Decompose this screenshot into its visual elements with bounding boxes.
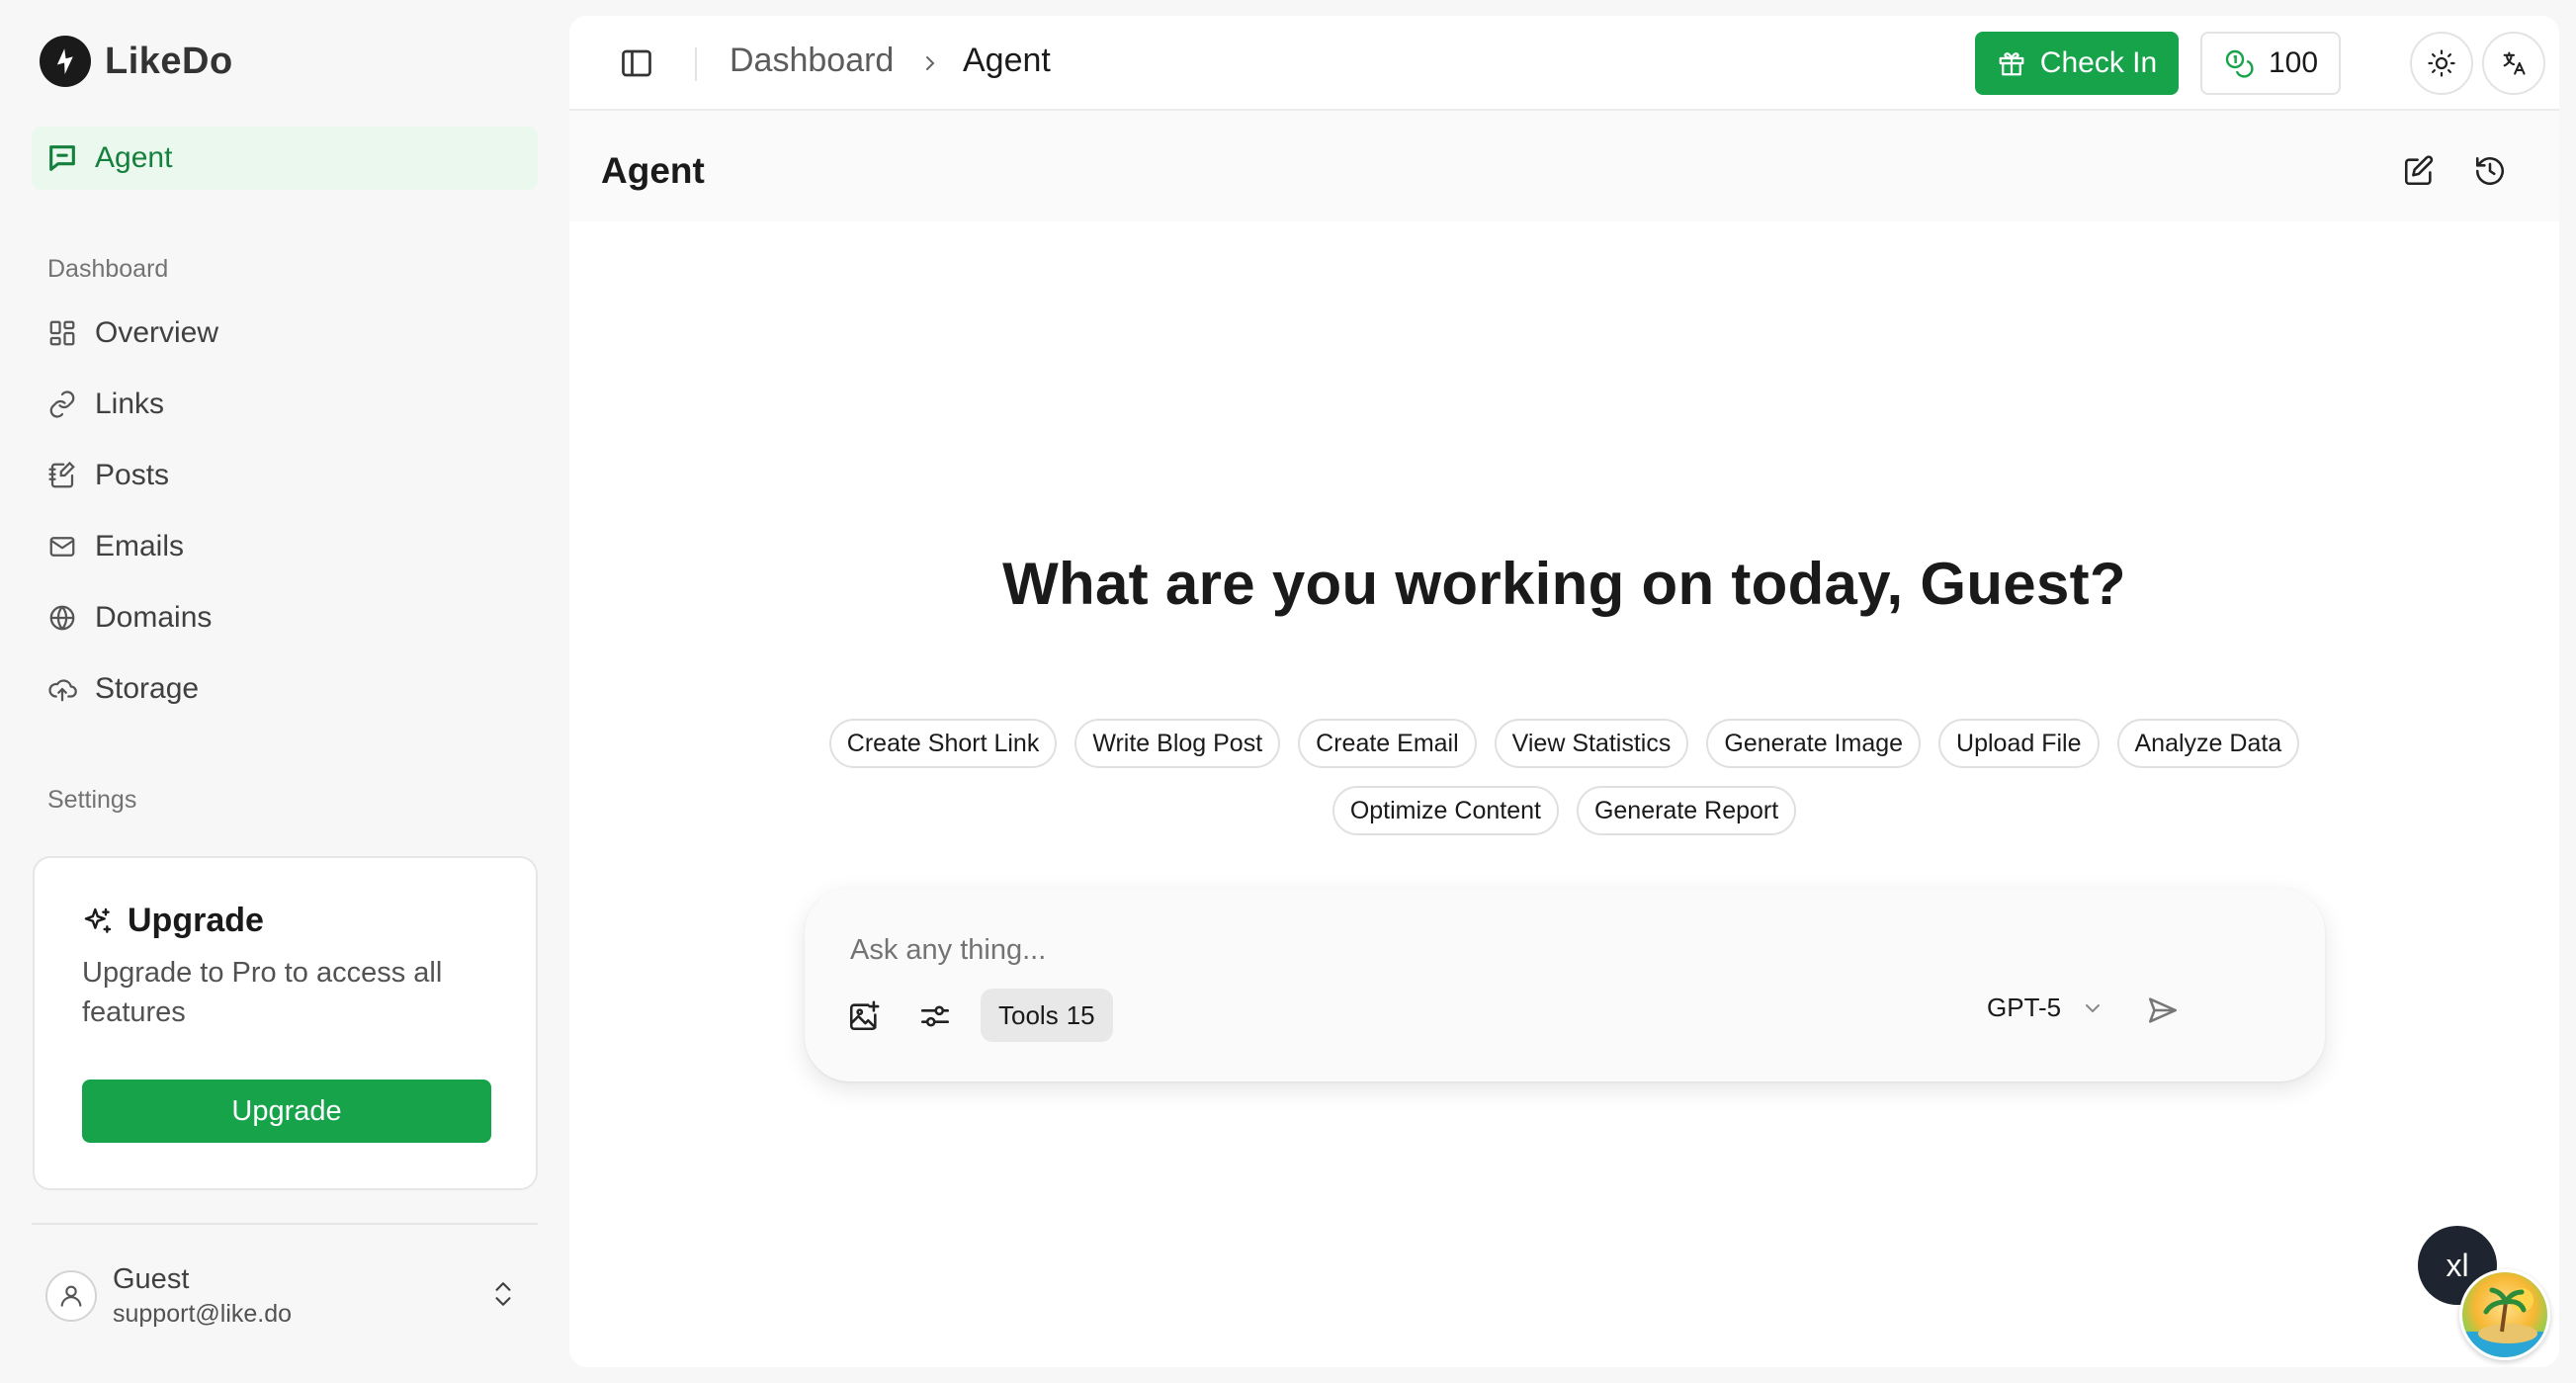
grid-icon bbox=[45, 316, 79, 350]
sidebar-item-label: Overview bbox=[95, 316, 219, 349]
model-value: GPT-5 bbox=[1987, 993, 2062, 1022]
page-header: Agent bbox=[569, 111, 2559, 221]
island-avatar-icon[interactable] bbox=[2459, 1269, 2550, 1360]
sidebar-item-label: Posts bbox=[95, 459, 170, 491]
credits-button[interactable]: 100 bbox=[2200, 32, 2341, 95]
sidebar-item-label: Links bbox=[95, 388, 165, 420]
sidebar-item-emails[interactable]: Emails bbox=[32, 517, 538, 576]
suggestion-chip[interactable]: Upload File bbox=[1938, 719, 2100, 768]
suggestion-row: Optimize Content Generate Report bbox=[1331, 786, 1797, 835]
credits-value: 100 bbox=[2268, 46, 2319, 79]
suggestion-chips: Create Short Link Write Blog Post Create… bbox=[569, 719, 2559, 835]
sidebar-item-label: Agent bbox=[95, 141, 173, 174]
user-info: Guest support@like.do bbox=[113, 1263, 292, 1329]
chevrons-up-down-icon bbox=[490, 1279, 516, 1309]
suggestion-chip[interactable]: Analyze Data bbox=[2116, 719, 2300, 768]
sun-icon bbox=[2427, 48, 2456, 78]
breadcrumb-agent: Agent bbox=[963, 42, 1051, 79]
user-email: support@like.do bbox=[113, 1300, 293, 1328]
suggestion-row: Create Short Link Write Blog Post Create… bbox=[828, 719, 2300, 768]
tools-button[interactable]: Tools 15 bbox=[981, 989, 1113, 1042]
app-name: LikeDo bbox=[105, 40, 233, 82]
sidebar-item-label: Domains bbox=[95, 601, 213, 634]
section-label-settings: Settings bbox=[47, 786, 137, 814]
sidebar-toggle-icon[interactable] bbox=[619, 45, 654, 81]
sparkles-icon bbox=[82, 906, 114, 937]
history-icon[interactable] bbox=[2473, 154, 2509, 190]
sidebar-item-domains[interactable]: Domains bbox=[32, 588, 538, 648]
sidebar: LikeDo Agent Dashboard Overview Links Po… bbox=[0, 0, 554, 1383]
add-image-icon[interactable] bbox=[844, 996, 884, 1036]
sidebar-item-storage[interactable]: Storage bbox=[32, 659, 538, 719]
sidebar-item-links[interactable]: Links bbox=[32, 375, 538, 434]
main-panel: Dashboard Agent Check In 100 Agent What … bbox=[569, 16, 2559, 1367]
coins-icon bbox=[2223, 47, 2255, 79]
check-in-button[interactable]: Check In bbox=[1975, 32, 2179, 95]
top-bar: Dashboard Agent Check In 100 bbox=[569, 16, 2559, 111]
chevron-down-icon bbox=[2081, 996, 2104, 1020]
translate-icon bbox=[2500, 49, 2528, 77]
user-name: Guest bbox=[113, 1263, 190, 1295]
app-logo[interactable]: LikeDo bbox=[40, 36, 233, 87]
language-button[interactable] bbox=[2482, 32, 2545, 95]
chevron-right-icon bbox=[918, 49, 942, 77]
greeting-heading: What are you working on today, Guest? bbox=[1002, 551, 2126, 617]
avatar bbox=[45, 1270, 97, 1322]
section-label-dashboard: Dashboard bbox=[47, 255, 169, 283]
gift-icon bbox=[1997, 48, 2026, 78]
sidebar-item-overview[interactable]: Overview bbox=[32, 303, 538, 363]
link-icon bbox=[45, 388, 79, 421]
chat-composer: Tools 15 GPT-5 bbox=[805, 888, 2325, 1081]
model-select[interactable]: GPT-5 bbox=[1987, 993, 2104, 1023]
suggestion-chip[interactable]: Create Short Link bbox=[828, 719, 1058, 768]
suggestion-chip[interactable]: Create Email bbox=[1298, 719, 1477, 768]
toolbar-separator bbox=[695, 47, 697, 81]
mail-icon bbox=[45, 530, 79, 563]
posts-icon bbox=[45, 459, 79, 492]
sidebar-item-label: Storage bbox=[95, 672, 200, 705]
settings-sliders-icon[interactable] bbox=[915, 996, 955, 1036]
sidebar-item-posts[interactable]: Posts bbox=[32, 446, 538, 505]
cloud-upload-icon bbox=[45, 672, 79, 706]
sidebar-item-agent[interactable]: Agent bbox=[32, 127, 538, 190]
new-chat-icon[interactable] bbox=[2402, 154, 2438, 190]
sidebar-item-label: Emails bbox=[95, 530, 185, 562]
logo-mark-icon bbox=[40, 36, 91, 87]
upgrade-title: Upgrade bbox=[82, 902, 264, 940]
suggestion-chip[interactable]: Write Blog Post bbox=[1074, 719, 1281, 768]
send-icon[interactable] bbox=[2141, 989, 2185, 1032]
globe-icon bbox=[45, 601, 79, 635]
suggestion-chip[interactable]: Generate Image bbox=[1706, 719, 1922, 768]
breadcrumb-dashboard[interactable]: Dashboard bbox=[730, 42, 894, 80]
page-title: Agent bbox=[601, 150, 705, 191]
theme-toggle-button[interactable] bbox=[2410, 32, 2473, 95]
tools-count: 15 bbox=[1066, 999, 1095, 1030]
chat-bot-icon bbox=[45, 141, 79, 175]
user-menu[interactable]: Guest support@like.do bbox=[32, 1244, 538, 1348]
suggestion-chip[interactable]: View Statistics bbox=[1494, 719, 1689, 768]
upgrade-button[interactable]: Upgrade bbox=[82, 1080, 491, 1143]
suggestion-chip[interactable]: Generate Report bbox=[1576, 786, 1797, 835]
suggestion-chip[interactable]: Optimize Content bbox=[1331, 786, 1559, 835]
upgrade-card: Upgrade Upgrade to Pro to access all fea… bbox=[33, 856, 538, 1190]
chat-input[interactable] bbox=[850, 927, 2135, 973]
upgrade-description: Upgrade to Pro to access all features bbox=[82, 957, 443, 1028]
sidebar-divider bbox=[32, 1223, 538, 1225]
